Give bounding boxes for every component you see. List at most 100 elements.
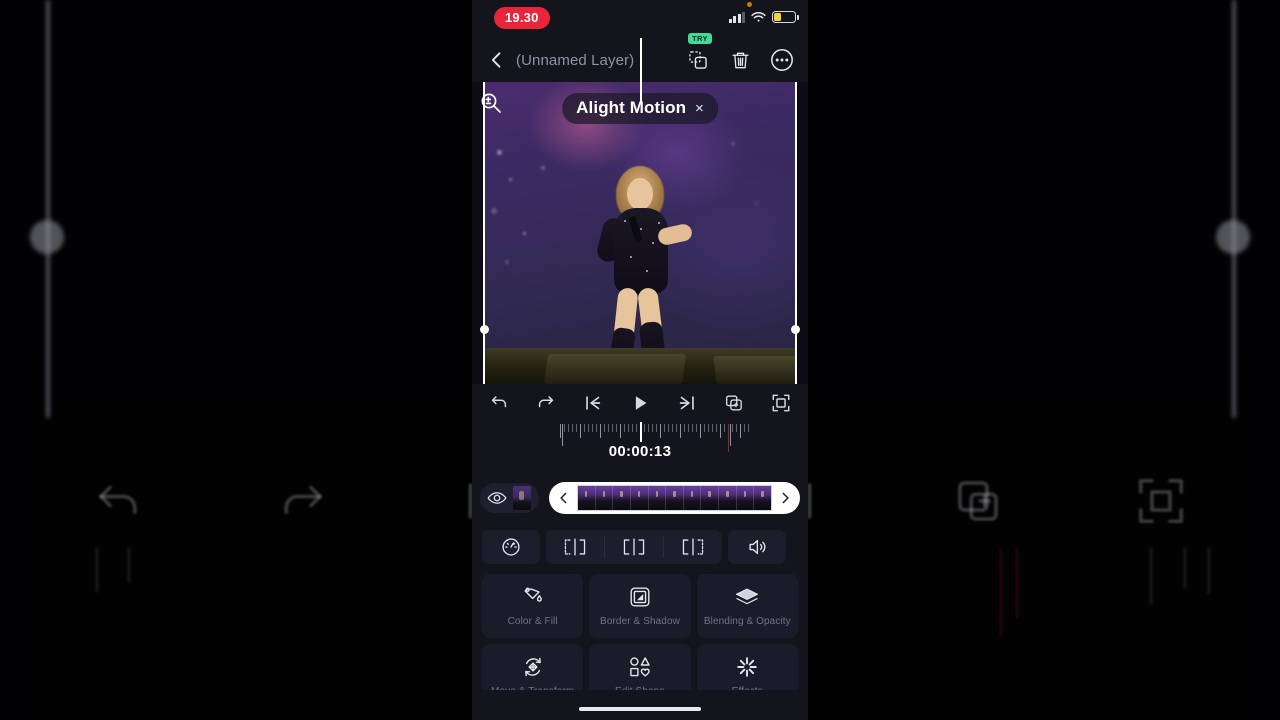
ghost-handle-right [1216, 220, 1250, 254]
filmstrip-frame [701, 486, 720, 510]
clip-filmstrip[interactable] [577, 485, 772, 511]
undo-button[interactable] [484, 388, 514, 418]
ruler-tick [600, 424, 601, 438]
filmstrip-frame [754, 486, 771, 510]
previous-clip-button[interactable] [553, 487, 575, 509]
video-frame [483, 82, 797, 384]
ruler-tick [744, 424, 745, 432]
zoom-magnifier-icon[interactable] [478, 90, 504, 116]
ruler-tick [708, 424, 709, 432]
ruler-tick [632, 424, 633, 432]
filmstrip-frame [683, 486, 702, 510]
border-shadow-card[interactable]: Border & Shadow [589, 574, 691, 638]
ruler-tick [564, 424, 565, 432]
selection-edge-left [483, 82, 485, 384]
ruler-tick [620, 424, 621, 438]
ruler-tick [712, 424, 713, 432]
watermark-close-icon[interactable]: × [695, 101, 704, 116]
ruler-tick [612, 424, 613, 432]
border-shadow-icon [628, 585, 652, 609]
paint-bucket-icon [521, 585, 545, 609]
ruler-tick [672, 424, 673, 432]
ruler-tick [648, 424, 649, 432]
ruler-tick [652, 424, 653, 432]
ruler-tick [624, 424, 625, 432]
filmstrip-frame [736, 486, 755, 510]
timeline-track [472, 474, 808, 522]
ruler-tick [604, 424, 605, 432]
wifi-icon [751, 11, 766, 23]
ruler-tick [588, 424, 589, 432]
layer-visibility-chip[interactable] [480, 483, 539, 513]
blending-opacity-label: Blending & Opacity [703, 616, 791, 627]
ruler-tick [688, 424, 689, 432]
status-time: 19.30 [494, 7, 550, 29]
ruler-tick [692, 424, 693, 432]
speed-button[interactable] [482, 530, 540, 564]
split-left-button[interactable] [546, 530, 604, 564]
ruler-tick [716, 424, 717, 432]
ruler-tick [636, 424, 637, 432]
screenshot-root: 19.30 (Unnamed Layer) TRY Alight Motion … [0, 0, 1280, 720]
loop-button[interactable] [719, 388, 749, 418]
split-tools-group [546, 530, 722, 564]
ruler-tick [572, 424, 573, 432]
transport-bar [472, 384, 808, 422]
filmstrip-frame [613, 486, 631, 510]
delete-layer-button[interactable] [726, 46, 754, 74]
next-clip-button[interactable] [774, 487, 796, 509]
ruler-tick [616, 424, 617, 432]
ruler-tick [684, 424, 685, 432]
filmstrip-frame [630, 486, 649, 510]
video-preview-canvas[interactable]: Alight Motion × [472, 82, 808, 384]
volume-tool-group [728, 530, 786, 564]
filmstrip-frame [578, 486, 596, 510]
duplicate-layer-button[interactable]: TRY [684, 33, 712, 74]
status-indicators [728, 11, 799, 23]
ruler-tick [668, 424, 669, 432]
play-button[interactable] [625, 388, 655, 418]
left-resize-handle[interactable] [480, 325, 489, 334]
ruler-tick [560, 424, 561, 438]
ruler-tick [576, 424, 577, 432]
more-options-button[interactable] [768, 46, 796, 74]
ruler-tick [720, 424, 721, 438]
filmstrip-frame [595, 486, 614, 510]
ruler-tick [740, 424, 741, 438]
skip-to-end-button[interactable] [672, 388, 702, 418]
ruler-tick [680, 424, 681, 438]
home-indicator-bar[interactable] [579, 706, 701, 711]
ruler-tick [732, 424, 733, 432]
timeline-ruler-area[interactable]: 00:00:13 [472, 422, 808, 474]
ruler-tick-major [730, 424, 731, 446]
split-right-button[interactable] [664, 530, 722, 564]
volume-button[interactable] [728, 530, 786, 564]
skip-to-start-button[interactable] [578, 388, 608, 418]
blending-opacity-card[interactable]: Blending & Opacity [696, 574, 798, 638]
ruler-tick [700, 424, 701, 438]
split-center-button[interactable] [605, 530, 663, 564]
filmstrip-frame [648, 486, 667, 510]
ruler-tick [664, 424, 665, 432]
ruler-tick [592, 424, 593, 432]
right-resize-handle[interactable] [791, 325, 800, 334]
layers-stack-icon [734, 585, 760, 609]
redo-button[interactable] [531, 388, 561, 418]
performer-silhouette [570, 130, 710, 384]
color-fill-card[interactable]: Color & Fill [482, 574, 584, 638]
sparkle-burst-icon [735, 655, 759, 679]
layer-thumbnail[interactable] [513, 486, 531, 510]
ruler-marker-red [728, 424, 729, 452]
layer-title: (Unnamed Layer) [516, 51, 635, 69]
border-shadow-label: Border & Shadow [600, 616, 680, 627]
ruler-tick [704, 424, 705, 432]
visibility-eye-icon[interactable] [487, 491, 507, 505]
ruler-tick [644, 424, 645, 432]
notification-dot [747, 2, 752, 7]
playhead-top [640, 422, 642, 442]
back-button[interactable] [484, 47, 510, 73]
ruler-tick [580, 424, 581, 438]
fullscreen-button[interactable] [766, 388, 796, 418]
selection-edge-right [795, 82, 797, 384]
ruler-tick [568, 424, 569, 432]
